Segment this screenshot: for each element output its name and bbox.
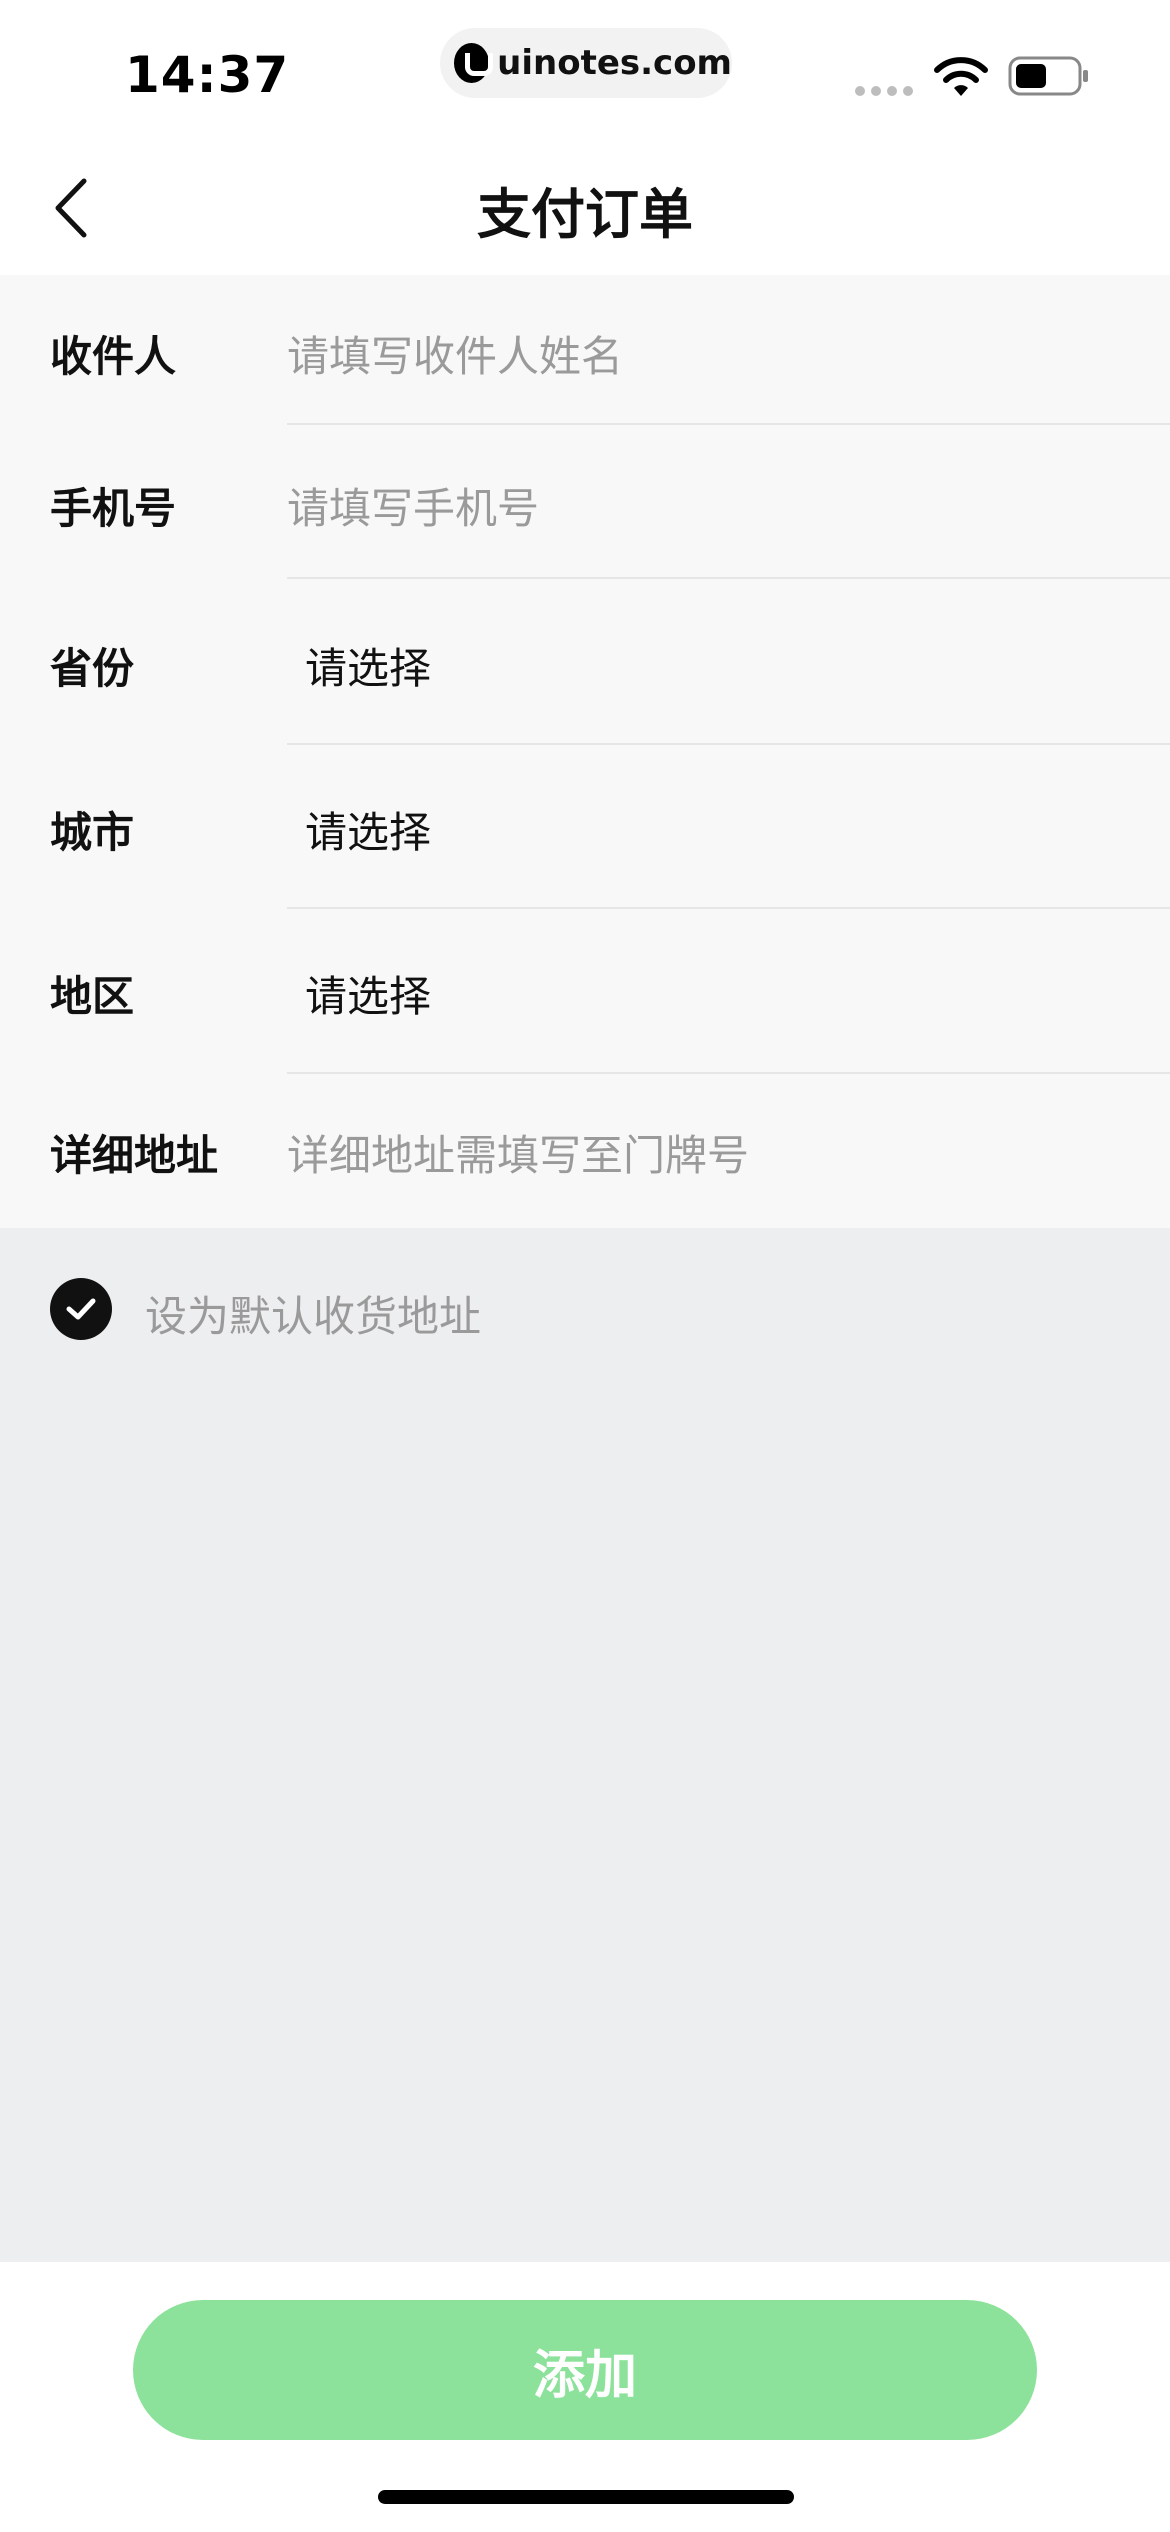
url-pill[interactable]: uinotes.com <box>440 28 732 98</box>
default-address-label: 设为默认收货地址 <box>145 1292 482 1341</box>
phone-label: 手机号 <box>50 484 177 533</box>
battery-icon <box>1008 56 1088 96</box>
wifi-icon <box>934 57 988 96</box>
checkmark-icon[interactable] <box>50 1278 112 1340</box>
url-text: uinotes.com <box>497 43 732 83</box>
status-bar: 14:37 uinotes.com <box>0 0 1170 140</box>
province-label: 省份 <box>50 644 135 693</box>
district-select[interactable]: 请选择 <box>305 963 431 1024</box>
phone-row[interactable]: 手机号 请填写手机号 <box>0 425 1170 580</box>
address-label: 详细地址 <box>50 1131 219 1180</box>
screen: 14:37 uinotes.com 支付订单 收件人 请填写收件人姓名 手机号 … <box>0 0 1170 2532</box>
signal-dots-icon <box>855 86 913 96</box>
phone-input[interactable]: 请填写手机号 <box>287 475 539 536</box>
address-input[interactable]: 详细地址需填写至门牌号 <box>287 1122 749 1183</box>
province-row[interactable]: 省份 请选择 <box>0 579 1170 744</box>
address-form: 收件人 请填写收件人姓名 手机号 请填写手机号 省份 请选择 城市 请选择 地区… <box>0 275 1170 1228</box>
city-select[interactable]: 请选择 <box>305 799 431 860</box>
address-row[interactable]: 详细地址 详细地址需填写至门牌号 <box>0 1074 1170 1228</box>
province-select[interactable]: 请选择 <box>305 635 431 696</box>
recipient-row[interactable]: 收件人 请填写收件人姓名 <box>0 275 1170 425</box>
site-logo-icon <box>454 43 494 83</box>
default-address-row[interactable]: 设为默认收货地址 <box>0 1228 1170 1383</box>
home-indicator[interactable] <box>378 2490 794 2504</box>
add-button[interactable]: 添加 <box>133 2300 1037 2440</box>
recipient-input[interactable]: 请填写收件人姓名 <box>287 323 623 384</box>
district-label: 地区 <box>50 972 135 1021</box>
district-row[interactable]: 地区 请选择 <box>0 909 1170 1074</box>
city-label: 城市 <box>50 808 135 857</box>
recipient-label: 收件人 <box>50 332 177 381</box>
status-time: 14:37 <box>125 46 290 104</box>
city-row[interactable]: 城市 请选择 <box>0 745 1170 910</box>
page-title: 支付订单 <box>477 183 693 246</box>
